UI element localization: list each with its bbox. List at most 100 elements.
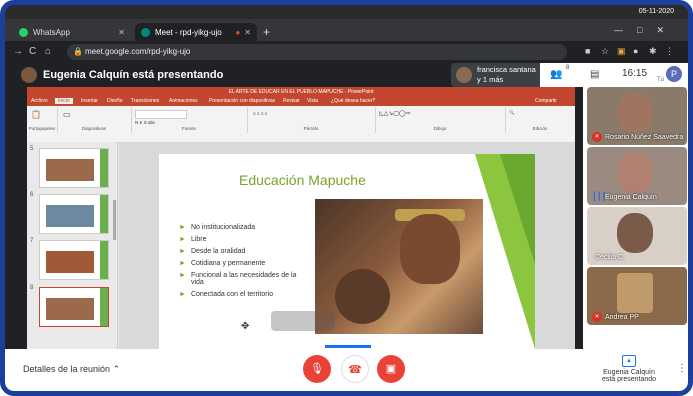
tab-whatsapp[interactable]: WhatsApp ✕ xyxy=(13,23,131,41)
close-icon[interactable]: ✕ xyxy=(118,28,125,37)
ribbon-label: Párrafo xyxy=(303,126,319,131)
meeting-details-label: Detalles de la reunión xyxy=(23,364,111,374)
thumb-number: 6 xyxy=(30,192,34,198)
bullet-item: ► Cotidiana y permanente xyxy=(179,260,266,267)
participant-tile[interactable]: ┃┃┃ Eugenia Calquín xyxy=(587,147,687,205)
ppt-tab-insert[interactable]: Insertar xyxy=(81,98,98,104)
forward-icon[interactable]: → xyxy=(13,46,23,57)
participant-name: Cecilia C. xyxy=(595,254,625,261)
ppt-tab-animations[interactable]: Animaciones xyxy=(169,98,198,104)
presenter-avatar xyxy=(21,67,37,83)
reload-icon[interactable]: C xyxy=(29,46,36,57)
thumb-number: 5 xyxy=(30,146,34,152)
star-icon[interactable]: ☆ xyxy=(601,46,609,57)
ribbon-label: Dibujo xyxy=(433,126,447,131)
whatsapp-icon xyxy=(19,27,28,37)
presenting-indicator xyxy=(325,345,371,348)
participant-tile[interactable]: ✕ Andrea PP xyxy=(587,267,687,325)
tab-meet[interactable]: Meet - rpd-yikg-ujo ● ✕ xyxy=(135,23,257,41)
new-tab-button[interactable]: + xyxy=(263,25,270,39)
url-field[interactable]: 🔒 meet.google.com/rpd-yikg-ujo xyxy=(67,44,567,60)
bullet-item: ► Desde la oralidad xyxy=(179,248,246,255)
new-slide-icon[interactable]: ▭ xyxy=(63,110,71,119)
bullet-item: ► Libre xyxy=(179,236,207,243)
muted-mic-icon: ✕ xyxy=(592,132,602,142)
ppt-tab-slideshow[interactable]: Presentación con diapositivas xyxy=(209,98,275,104)
find-icon[interactable]: 🔍 xyxy=(509,110,515,116)
close-icon[interactable]: ✕ xyxy=(244,28,251,37)
browser-tab-bar: WhatsApp ✕ Meet - rpd-yikg-ujo ● ✕ + —□✕ xyxy=(5,19,688,41)
presenting-line-2: está presentando xyxy=(601,376,657,383)
ppt-tab-view[interactable]: Vista xyxy=(307,98,318,104)
phone-hangup-icon: ☎ xyxy=(348,364,362,376)
ribbon-group-clipboard: 📋 Portapapeles xyxy=(27,107,58,133)
shapes-gallery[interactable]: ◺△↘▢◯⇨ xyxy=(379,110,411,117)
avatar xyxy=(456,67,472,83)
ribbon-label: Fuente xyxy=(181,126,196,131)
thumbnail-scrollbar[interactable] xyxy=(113,200,116,240)
meet-bottom-bar: Detalles de la reunión ⌃ 🎙 ☎ ▣ ▲ Eugenia… xyxy=(5,349,688,391)
more-options-icon[interactable]: ⋮ xyxy=(677,363,687,374)
people-icon[interactable]: 👥 xyxy=(550,69,562,80)
meeting-details-button[interactable]: Detalles de la reunión ⌃ xyxy=(23,364,120,375)
mic-toggle-button[interactable]: 🎙 xyxy=(303,355,331,383)
present-screen-icon: ▲ xyxy=(622,355,636,367)
participant-video xyxy=(617,273,653,313)
participant-name: Andrea PP xyxy=(605,314,639,321)
ppt-tab-review[interactable]: Revisar xyxy=(283,98,300,104)
tab-label: Meet - rpd-yikg-ujo xyxy=(155,27,222,37)
slide-title: Educación Mapuche xyxy=(239,172,366,188)
camera-toggle-button[interactable]: ▣ xyxy=(377,355,405,383)
paste-icon[interactable]: 📋 xyxy=(31,110,41,119)
extension-icon[interactable]: ▣ xyxy=(617,46,626,57)
home-icon[interactable]: ⌂ xyxy=(45,46,51,57)
chevron-up-icon: ⌃ xyxy=(112,364,121,374)
taskbar-date: 05-11-2020 xyxy=(638,8,674,15)
font-select[interactable] xyxy=(135,110,187,119)
presentation-overlay-controls[interactable] xyxy=(271,311,335,331)
menu-icon[interactable]: ⋮ xyxy=(665,46,674,57)
presentation-view: EL ARTE DE EDUCAR EN EL PUEBLO MAPUCHE -… xyxy=(5,87,583,349)
ppt-tab-file[interactable]: Archivo xyxy=(31,98,48,104)
ppt-tab-transitions[interactable]: Transiciones xyxy=(131,98,159,104)
os-taskbar: 05-11-2020 xyxy=(5,5,688,19)
thumb-number: 7 xyxy=(30,238,34,244)
meet-clock: 16:15 xyxy=(622,68,648,79)
mouse-cursor-icon: ✥ xyxy=(241,321,250,332)
ribbon-label: Diapositivas xyxy=(81,126,107,131)
slide-thumbnail-selected[interactable] xyxy=(39,287,109,327)
tab-label: WhatsApp xyxy=(33,27,70,37)
profile-icon[interactable]: ● xyxy=(633,46,638,56)
slide-photo xyxy=(315,199,483,334)
align-buttons[interactable]: ≡ ≡ ≡ ≡ xyxy=(253,111,267,116)
participant-tile[interactable]: Cecilia C. xyxy=(587,207,687,265)
slide-thumbnail[interactable] xyxy=(39,194,109,234)
meet-icon xyxy=(141,27,150,37)
current-slide: Educación Mapuche ► No institucionalizada… xyxy=(159,154,535,349)
ppt-share-button[interactable]: Compartir xyxy=(535,98,557,104)
ribbon-group-font: N K S abc Fuente xyxy=(131,107,248,133)
window-controls[interactable]: —□✕ xyxy=(614,25,678,36)
ribbon-group-slides: ▭ Diapositivas xyxy=(57,107,132,133)
ppt-tab-home[interactable]: Inicio xyxy=(55,98,73,104)
presenting-status[interactable]: ▲ Eugenia Calquín está presentando xyxy=(593,355,665,383)
account-avatar[interactable]: P xyxy=(666,66,682,82)
puzzle-icon[interactable]: ✱ xyxy=(649,46,657,57)
participant-tiles: ✕ Rosario Núñez Saavedra ┃┃┃ Eugenia Cal… xyxy=(583,87,688,349)
ribbon-group-drawing: ◺△↘▢◯⇨ Dibujo xyxy=(375,107,506,133)
chat-icon[interactable]: ▤ xyxy=(590,69,599,80)
participant-name: Eugenia Calquín xyxy=(605,194,657,201)
end-call-button[interactable]: ☎ xyxy=(341,355,369,383)
participant-tile[interactable]: ✕ Rosario Núñez Saavedra xyxy=(587,87,687,145)
slide-thumbnail[interactable] xyxy=(39,148,109,188)
screen-frame: 05-11-2020 WhatsApp ✕ Meet - rpd-yikg-uj… xyxy=(0,0,693,396)
ppt-tab-design[interactable]: Diseño xyxy=(107,98,123,104)
ppt-tell-me[interactable]: ¿Qué desea hacer? xyxy=(331,98,375,104)
slide-thumbnail[interactable] xyxy=(39,240,109,280)
bold-button[interactable]: N K S abc xyxy=(135,120,155,125)
participant-video xyxy=(617,213,653,253)
bullet-item: ► Funcional a las necesidades de la vida xyxy=(179,272,297,286)
camera-off-icon: ▣ xyxy=(385,363,397,375)
cast-icon[interactable]: ■ xyxy=(585,46,590,56)
presenter-banner: Eugenia Calquín está presentando xyxy=(43,69,224,81)
